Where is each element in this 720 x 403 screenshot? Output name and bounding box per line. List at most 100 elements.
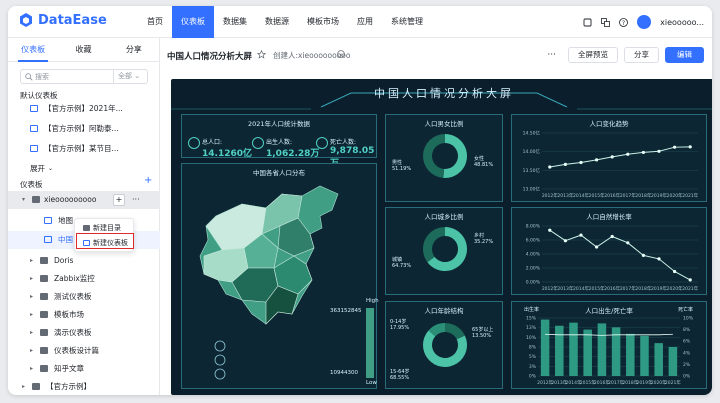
tree-folder[interactable]: ▸ Doris [8, 252, 160, 270]
folder-icon [40, 311, 48, 318]
page-title: 中国人口情况分析大屏 [167, 52, 253, 62]
data-point [641, 150, 645, 155]
kpi-label: 出生人数: [266, 139, 293, 146]
data-point [688, 278, 692, 282]
birth-death-panel: 人口出生/死亡率 出生率 死亡率 0% 3% 5% 8% 10% 13% 15% 0% 2% 4%… [511, 301, 707, 389]
edit-button[interactable]: 编辑 [665, 47, 704, 63]
fullscreen-preview-button[interactable]: 全屏预览 [568, 47, 618, 63]
data-point [641, 253, 645, 257]
bar [640, 335, 649, 376]
tree-folder[interactable]: ▸ 演示仪表板 [8, 324, 160, 342]
help-icon[interactable]: ? [619, 17, 629, 27]
data-point [548, 228, 552, 232]
y-tick-label: 10% [526, 335, 537, 341]
screen-title: 中国人口情况分析大屏 [374, 87, 514, 100]
bar [597, 323, 607, 376]
y-tick-label: 2.00% [526, 266, 541, 272]
urban-rural-label: 乡村 35.27% [474, 233, 494, 245]
header-actions: ··· 全屏预览 分享 编辑 [547, 47, 704, 63]
bar [569, 322, 578, 376]
search-input[interactable]: 搜索 全部 ⌄ [20, 69, 148, 84]
tab-shared[interactable]: 分享 [109, 38, 159, 61]
pie-slice [443, 134, 467, 178]
bar [583, 329, 592, 376]
age-panel: 人口年龄结构 0-14岁 17.95% 15-64岁 68.55% 65岁以上 … [385, 301, 503, 389]
logo-text: DataEase [38, 12, 107, 28]
search-placeholder: 搜索 [35, 73, 49, 81]
language-icon[interactable] [601, 17, 611, 27]
age-label-1: 15-64岁 68.55% [390, 369, 410, 381]
zoom-out-icon[interactable] [214, 368, 226, 380]
pie-slice [445, 323, 465, 340]
tree-folder[interactable]: ▸ 【官方示例】 [8, 378, 160, 395]
legend-min: 10944300 [330, 370, 358, 376]
tree-folder[interactable]: ▸ Zabbix监控 [8, 270, 160, 288]
data-point [595, 245, 599, 249]
stats-title: 2021年人口统计数据 [247, 120, 311, 128]
x-tick-label: 2019年 [651, 192, 667, 199]
y-tick-label: 4.00% [526, 252, 541, 258]
caret-right-icon: ▸ [30, 365, 34, 372]
more-icon[interactable]: ··· [132, 191, 140, 209]
gender-donut [422, 134, 467, 178]
tab-dashboard-label: 仪表板 [21, 45, 46, 54]
avatar[interactable] [637, 15, 652, 29]
expand-label: 展开 [30, 164, 45, 173]
gender-male-label: 男性 51.19% [392, 160, 412, 172]
x-tick-label: 2014年 [573, 285, 589, 292]
share-button[interactable]: 分享 [624, 47, 659, 63]
x-tick-label: 2015年 [589, 285, 605, 292]
tree-folder[interactable]: ▾ xieooooooooo + ··· [8, 191, 160, 209]
list-item[interactable]: 【官方示例】某节目... [8, 140, 160, 158]
add-icon[interactable]: + [144, 175, 152, 186]
x-tick-label: 2021年 [682, 285, 698, 292]
info-icon[interactable] [337, 50, 345, 58]
data-point [673, 269, 677, 274]
y-tick-label: 0% [529, 374, 537, 380]
nav-system[interactable]: 系统管理 [382, 6, 432, 38]
list-item[interactable]: 【官方示例】2021年... [8, 100, 160, 118]
x-tick-label: 2017年 [620, 192, 636, 199]
message-icon[interactable] [583, 18, 592, 27]
tree-folder[interactable]: ▸ 模板市场 [8, 306, 160, 324]
legend-max: 363152845 [330, 308, 362, 314]
growth-panel: 人口自然增长率 0.00% 2.00% 4.00% 6.00% 8.00% 2012年 20… [511, 207, 707, 295]
add-child-button[interactable]: + [113, 194, 125, 206]
nav-app[interactable]: 应用 [348, 6, 382, 38]
x-tick-label: 2021年 [682, 192, 698, 199]
y-tick-label: 14.50亿 [523, 130, 541, 137]
y-tick-label: 13.00亿 [523, 186, 541, 193]
tree-folder[interactable]: ▸ 仪表板设计篇 [8, 342, 160, 360]
tab-favorites[interactable]: 收藏 [58, 38, 108, 61]
nav-template-market[interactable]: 模板市场 [298, 6, 348, 38]
nav-dataset[interactable]: 数据集 [214, 6, 256, 38]
list-item[interactable]: 【官方示例】阿勒泰... [8, 120, 160, 138]
highlight-box [76, 233, 134, 249]
star-icon[interactable] [257, 50, 266, 59]
bar [555, 325, 564, 376]
tree-folder[interactable]: ▸ 测试仪表板 [8, 288, 160, 306]
caret-down-icon: ▾ [22, 196, 26, 203]
data-point [610, 155, 614, 159]
nav-datasource[interactable]: 数据源 [256, 6, 298, 38]
nav-home[interactable]: 首页 [138, 6, 172, 38]
expand-toggle[interactable]: 展开 ⌄ [8, 160, 160, 178]
nav-dashboard[interactable]: 仪表板 [172, 6, 214, 38]
folder-icon [40, 275, 48, 282]
tab-dashboard[interactable]: 仪表板 [8, 38, 58, 62]
zoom-in-icon[interactable] [214, 340, 226, 352]
data-point [563, 239, 567, 243]
search-filter-select[interactable]: 全部 ⌄ [113, 70, 147, 83]
legend-low: Low [366, 380, 377, 386]
user-name[interactable]: xieooooo... [660, 18, 704, 27]
tree-item-label: 仪表板设计篇 [54, 346, 99, 355]
tree-item-label: Zabbix监控 [54, 274, 95, 283]
y-tick-label-right: 0% [683, 374, 691, 380]
logo[interactable]: DataEase [18, 12, 107, 28]
tree-folder[interactable]: ▸ 知乎文章 [8, 360, 160, 378]
more-icon[interactable]: ··· [547, 50, 556, 60]
reset-icon[interactable] [214, 354, 226, 366]
folder-icon [83, 225, 90, 231]
bar [654, 343, 663, 376]
chevron-down-icon: ⌄ [134, 72, 141, 80]
